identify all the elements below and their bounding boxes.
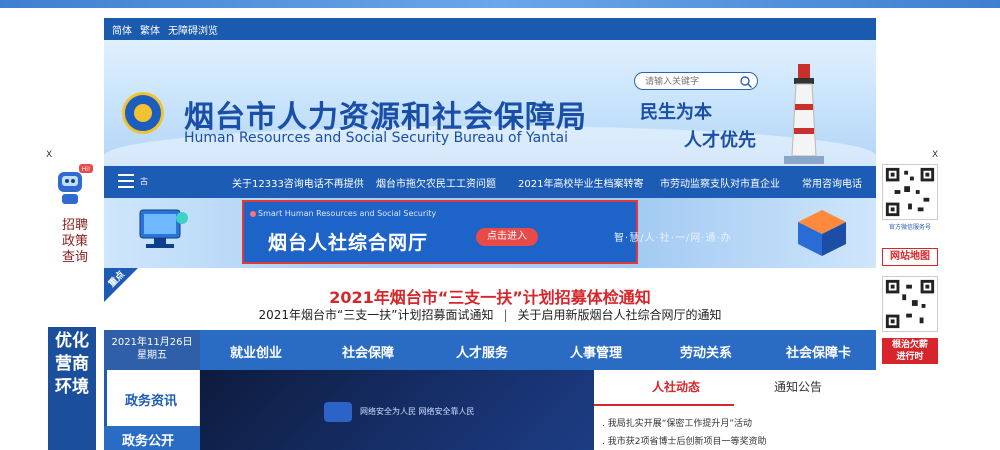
main-column: 简体 繁体 无障碍浏览 烟台市人力资源和社会保障局 Human Resource… <box>104 18 876 450</box>
video-panel[interactable]: 网络安全为人民 网络安全靠人民 <box>200 370 594 450</box>
tab-government-news-label: 政务资讯 <box>125 394 178 409</box>
bureau-emblem-logo <box>122 92 164 134</box>
qr-code-icon[interactable] <box>882 276 938 332</box>
online-service-banner: Smart Human Resources and Social Securit… <box>104 198 876 268</box>
service-title: 烟台人社综合网厅 <box>268 232 429 254</box>
policy-query-calligraphy: 招聘政策查询 <box>61 218 88 265</box>
content-area: 政务资讯 网络安全为人民 网络安全靠人民 人社动态 通知公告 . 我局扎实开展“… <box>104 370 876 450</box>
quick-link-phone-numbers[interactable]: 常用咨询电话 <box>802 175 862 190</box>
quick-link-12333[interactable]: 关于12333咨询电话不再提供 <box>232 175 364 190</box>
right-floating-ad: 官方微信服务号 网站地图 根治欠薪 进行时 <box>878 160 942 450</box>
computer-icon <box>139 209 188 248</box>
tab-hr-news-underline <box>594 404 734 406</box>
wage-line-2: 进行时 <box>896 352 924 362</box>
search-box <box>634 72 758 90</box>
slogan-line-1: 民生为本 <box>640 102 712 123</box>
lang-simplified-link[interactable]: 简体 <box>112 22 132 37</box>
search-icon[interactable] <box>739 75 753 89</box>
optimize-business-text: 优化营商环境 <box>55 331 89 397</box>
menu-icon[interactable] <box>118 174 134 188</box>
nav-labor-relations[interactable]: 劳动关系 <box>680 342 732 361</box>
weekday-text: 星期五 <box>137 350 167 361</box>
sub-links: 2021年烟台市“三支一扶”计划招募面试通知 | 关于启用新版烟台人社综合网厅的通知 <box>104 306 876 323</box>
header-banner: 烟台市人力资源和社会保障局 Human Resources and Social… <box>104 40 876 166</box>
quick-links-bar: 古 关于12333咨询电话不再提供 烟台市拖欠农民工工资问题 2021年高校毕业… <box>104 166 876 198</box>
nav-personnel[interactable]: 人事管理 <box>570 342 622 361</box>
left-ad-close-button[interactable]: X <box>46 150 52 160</box>
online-service-entry[interactable]: Smart Human Resources and Social Securit… <box>242 200 638 264</box>
sub-link-new-portal[interactable]: 关于启用新版烟台人社综合网厅的通知 <box>517 308 721 322</box>
language-bar: 简体 繁体 无障碍浏览 <box>104 18 876 40</box>
search-input[interactable] <box>645 75 741 89</box>
lighthouse-icon <box>784 64 824 164</box>
tab-government-news[interactable]: 政务资讯 <box>104 370 200 426</box>
tab-government-disclosure-label: 政务公开 <box>122 434 175 449</box>
key-notice-area: 重点 2021年烟台市“三支一扶”计划招募体检通知 2021年烟台市“三支一扶”… <box>104 268 876 330</box>
service-slogan: 智·慧/人·社·一/网·通·办 <box>614 233 732 244</box>
tab-announcements[interactable]: 通知公告 <box>774 378 822 395</box>
service-subtitle: Smart Human Resources and Social Securit… <box>258 209 437 218</box>
robot-assistant-icon: Hi! <box>58 164 93 204</box>
right-ad-close-button[interactable]: X <box>932 150 938 160</box>
lang-traditional-link[interactable]: 繁体 <box>140 22 160 37</box>
date-text: 2021年11月26日 <box>111 337 193 348</box>
nav-talent-services[interactable]: 人才服务 <box>456 342 508 361</box>
video-caption: 网络安全为人民 网络安全靠人民 <box>360 407 475 416</box>
nav-social-security[interactable]: 社会保障 <box>342 342 394 361</box>
news-item[interactable]: . 我市获2项省博士后创新项目一等奖资助 <box>602 434 766 447</box>
menu-label: 古 <box>140 177 148 186</box>
accessibility-link[interactable]: 无障碍浏览 <box>168 22 218 37</box>
date-display: 2021年11月26日 星期五 <box>104 330 200 370</box>
wechat-qr-label: 官方微信服务号 <box>888 224 931 231</box>
nav-social-security-card[interactable]: 社会保障卡 <box>786 342 851 361</box>
news-panel: 人社动态 通知公告 . 我局扎实开展“保密工作提升月”活动 . 我市获2项省博士… <box>594 370 876 450</box>
quick-link-graduate-files[interactable]: 2021年高校毕业生档案转寄 <box>518 175 643 190</box>
quick-link-labor-inspection[interactable]: 市劳动监察支队对市直企业 <box>660 175 780 190</box>
slogan-line-2: 人才优先 <box>684 130 756 151</box>
headline-link[interactable]: 2021年烟台市“三支一扶”计划招募体检通知 <box>104 284 876 308</box>
main-nav: 2021年11月26日 星期五 就业创业 社会保障 人才服务 人事管理 劳动关系… <box>104 330 876 370</box>
news-item[interactable]: . 我局扎实开展“保密工作提升月”活动 <box>602 416 752 429</box>
quick-link-wage-arrears[interactable]: 烟台市拖欠农民工工资问题 <box>376 175 496 190</box>
service-enter-button[interactable]: 点击进入 <box>476 228 538 246</box>
sub-link-interview[interactable]: 2021年烟台市“三支一扶”计划招募面试通知 <box>259 308 494 322</box>
tab-hr-news[interactable]: 人社动态 <box>652 378 700 395</box>
wage-arrears-button[interactable]: 根治欠薪 进行时 <box>882 338 938 364</box>
sitemap-button[interactable]: 网站地图 <box>882 248 938 266</box>
top-decor-strip <box>0 0 1000 8</box>
nav-employment[interactable]: 就业创业 <box>230 342 282 361</box>
wechat-qr-code-icon[interactable] <box>882 164 938 220</box>
optimize-business-banner[interactable]: 优化营商环境 <box>48 327 96 450</box>
video-badge-icon <box>324 402 352 422</box>
robot-bubble-text: Hi! <box>82 166 91 173</box>
sub-link-separator: | <box>503 308 508 322</box>
cube-icon <box>798 210 846 256</box>
service-dot <box>250 211 256 217</box>
wage-line-1: 根治欠薪 <box>891 340 928 350</box>
site-subtitle: Human Resources and Social Security Bure… <box>184 130 568 146</box>
